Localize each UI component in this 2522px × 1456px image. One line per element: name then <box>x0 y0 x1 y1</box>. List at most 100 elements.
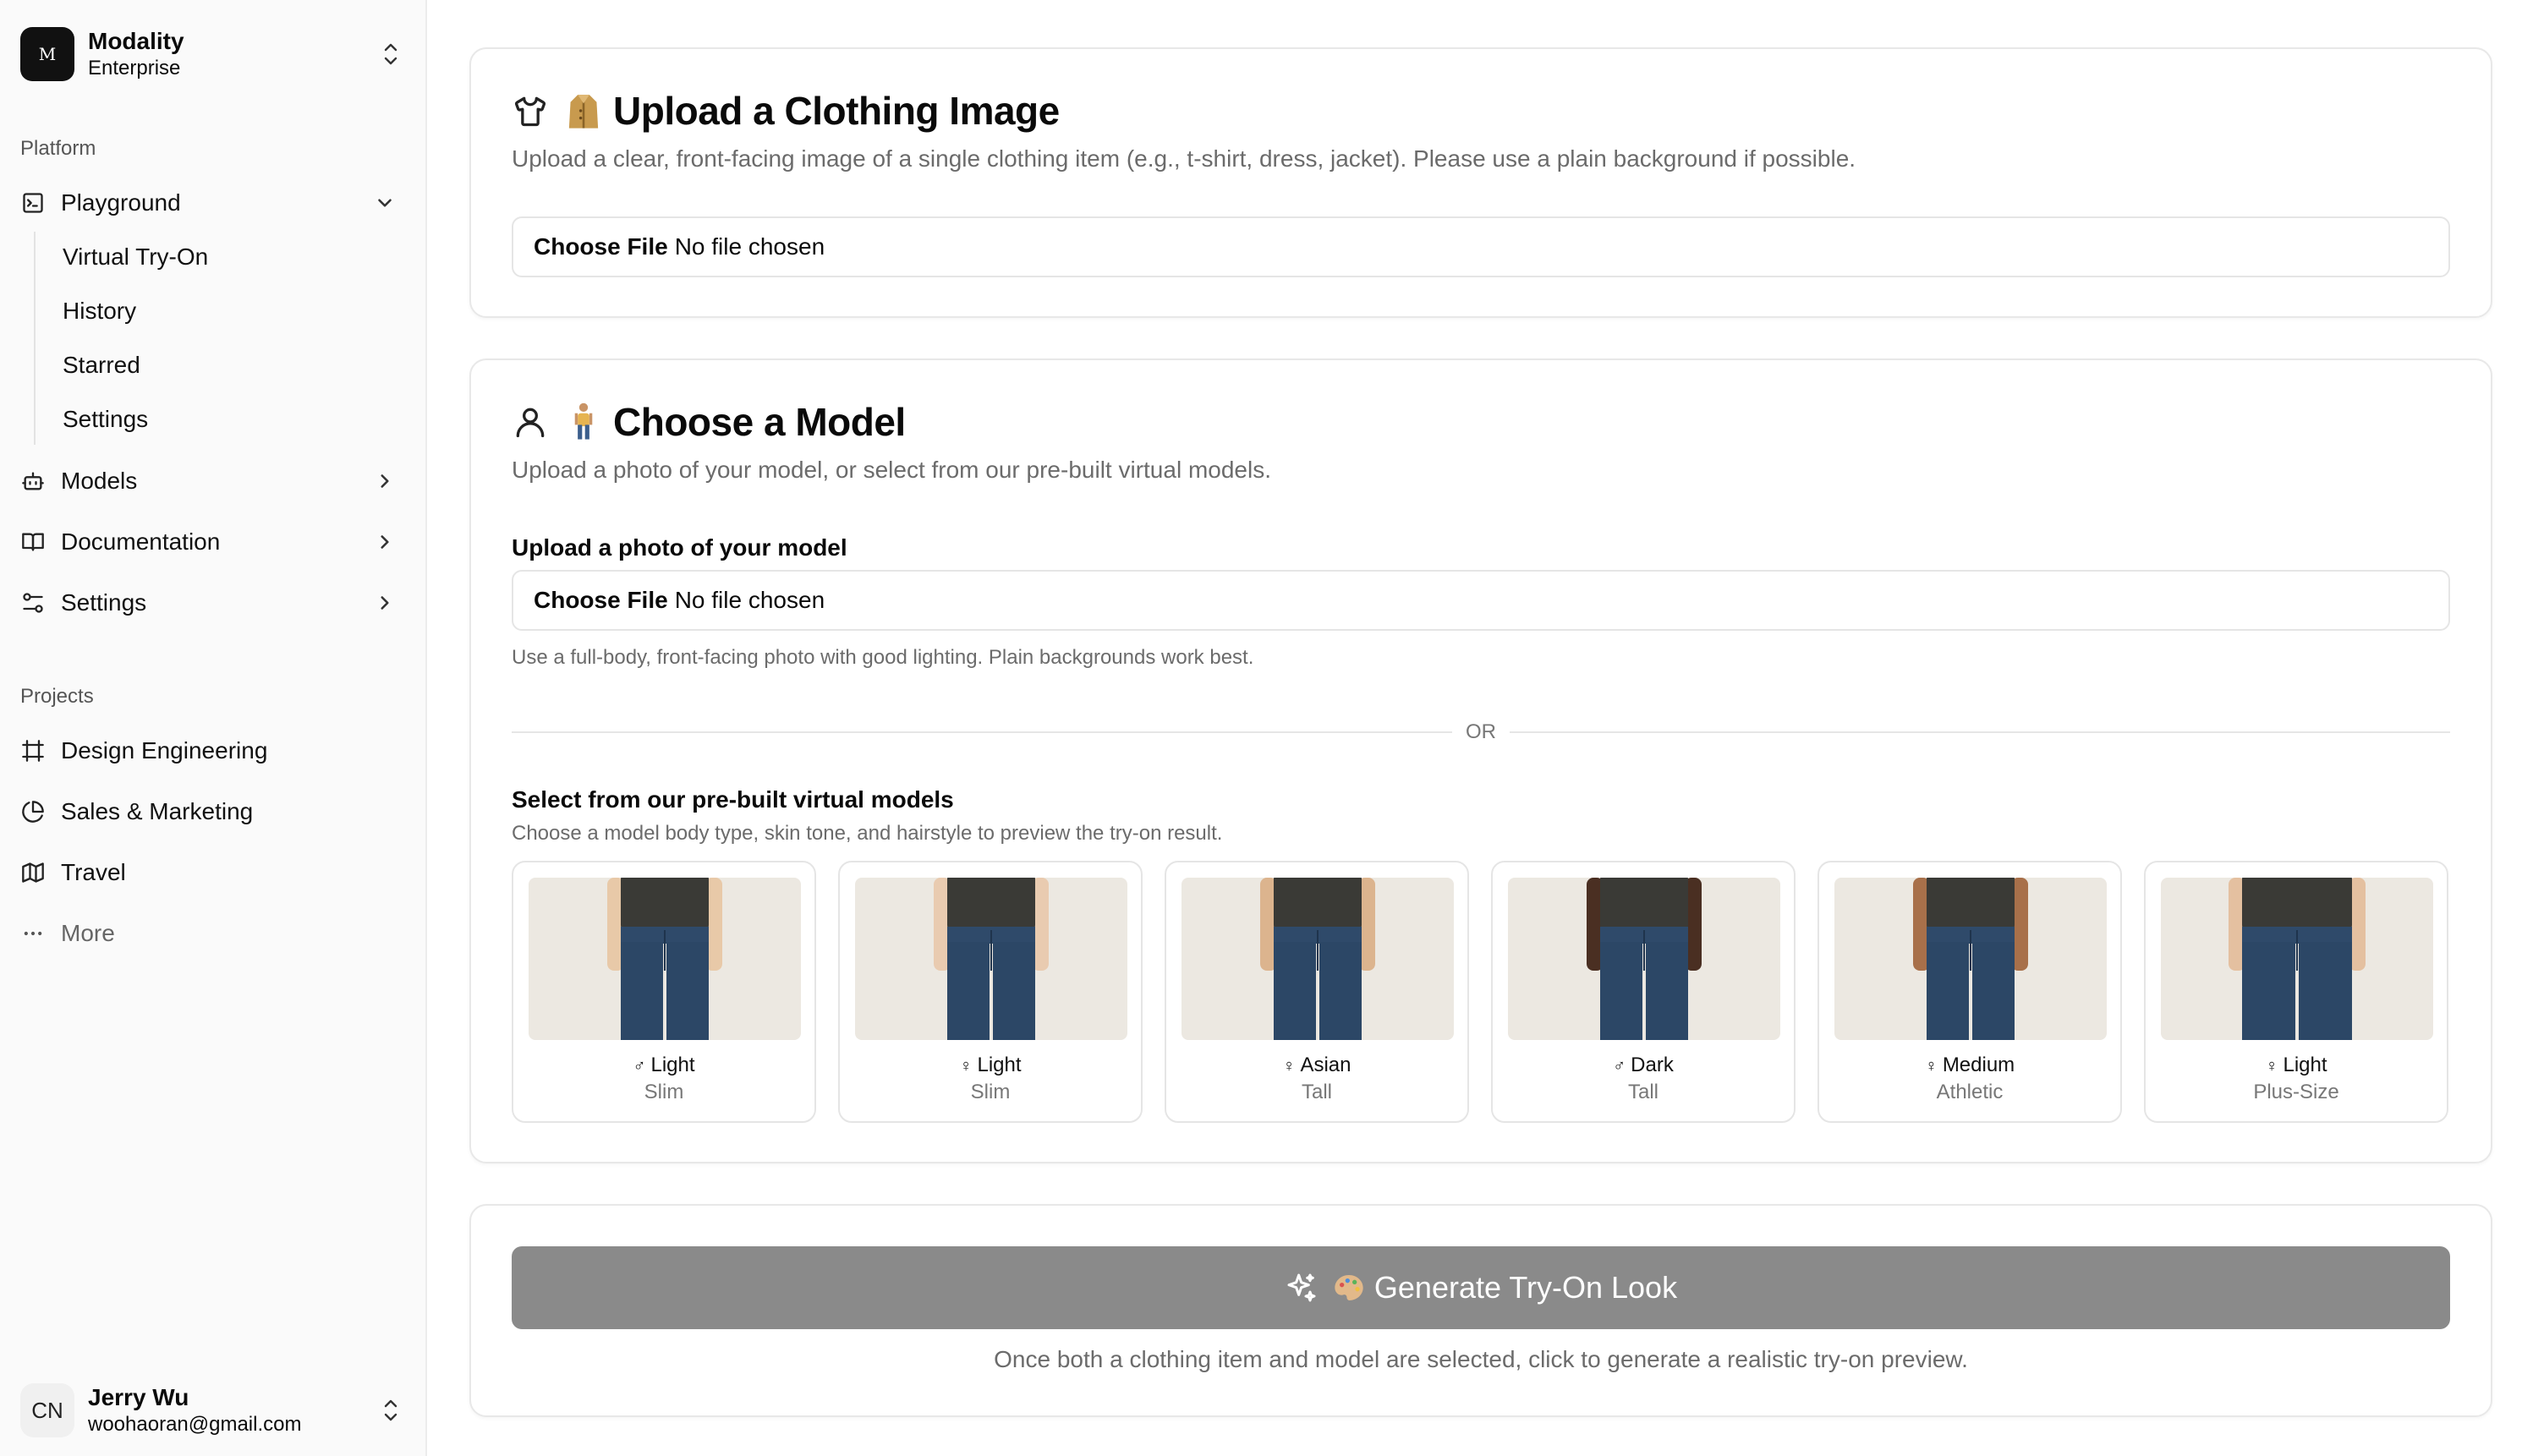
sidebar-subitem-history[interactable]: History <box>63 290 136 332</box>
gender-icon: ♀ <box>1282 1057 1296 1076</box>
sidebar-item-settings[interactable]: Settings <box>20 579 401 627</box>
palette-emoji-icon <box>1335 1275 1363 1300</box>
card-title-choose-model: Choose a Model <box>512 399 906 445</box>
figure-part <box>1972 942 2015 1040</box>
figure-part <box>1927 878 2015 932</box>
user-text: Jerry Wu woohaoran@gmail.com <box>88 1383 381 1437</box>
card-subtitle: Upload a clear, front-facing image of a … <box>512 145 1856 172</box>
model-photo <box>1182 878 1454 1040</box>
model-figure <box>1587 878 1702 1040</box>
chevron-right-icon <box>381 535 389 549</box>
sidebar-subitem-settings[interactable]: Settings <box>63 398 148 441</box>
model-card[interactable]: ♂ Dark Tall <box>1491 861 1796 1123</box>
model-figure <box>1913 878 2028 1040</box>
figure-part <box>1319 942 1362 1040</box>
project-label: Design Engineering <box>61 737 268 764</box>
model-figure <box>2229 878 2366 1040</box>
sidebar-subitem-starred[interactable]: Starred <box>63 344 140 386</box>
project-label: Sales & Marketing <box>61 798 254 824</box>
bot-icon <box>20 468 46 494</box>
team-logo: M <box>20 27 74 81</box>
sidebar-project-travel[interactable]: Travel <box>20 849 401 896</box>
model-tone-text: Dark <box>1631 1054 1674 1076</box>
submenu-guide-line <box>34 232 36 445</box>
or-divider: OR <box>512 720 2450 745</box>
choose-file-button[interactable]: Choose File <box>534 233 668 260</box>
sidebar-item-label: Settings <box>61 589 147 616</box>
model-card[interactable]: ♂ Light Slim <box>512 861 816 1123</box>
project-label: Travel <box>61 859 126 885</box>
model-photo <box>2161 878 2433 1040</box>
model-tone: ♀ Light <box>840 1054 1141 1077</box>
terminal-square-icon <box>20 190 46 216</box>
sidebar-item-documentation[interactable]: Documentation <box>20 518 401 566</box>
figure-part <box>2242 942 2295 1040</box>
team-plan: Enterprise <box>88 57 181 79</box>
card-title-text: Choose a Model <box>613 400 906 444</box>
sidebar: M Modality Enterprise Platform Playgroun… <box>0 0 427 1456</box>
model-body: Plus-Size <box>2253 1081 2339 1103</box>
book-icon <box>20 529 46 555</box>
card-title-upload-clothing: Upload a Clothing Image <box>512 88 1060 134</box>
sidebar-project-sales-marketing[interactable]: Sales & Marketing <box>20 788 401 835</box>
file-status: No file chosen <box>674 233 825 260</box>
sidebar-more[interactable]: More <box>20 910 401 957</box>
sidebar-item-playground[interactable]: Playground <box>20 179 401 227</box>
or-text: OR <box>1466 720 1496 743</box>
model-figure <box>1260 878 1375 1040</box>
model-photo <box>529 878 801 1040</box>
model-tone-text: Medium <box>1942 1054 2015 1076</box>
model-figure <box>934 878 1049 1040</box>
user-name: Jerry Wu <box>88 1384 189 1410</box>
sidebar-item-label: Models <box>61 468 138 494</box>
model-tone-text: Light <box>977 1054 1022 1076</box>
figure-part <box>1927 942 1969 1040</box>
map-icon <box>20 860 46 885</box>
model-card[interactable]: ♀ Light Slim <box>838 861 1143 1123</box>
generate-card: Generate Try-On Look Once both a clothin… <box>469 1204 2492 1417</box>
gender-icon: ♂ <box>633 1057 646 1076</box>
model-tone: ♀ Medium <box>1819 1054 2120 1077</box>
more-label: More <box>61 920 115 946</box>
model-figure <box>607 878 722 1040</box>
model-photo <box>855 878 1127 1040</box>
figure-part <box>666 942 709 1040</box>
model-tone-text: Light <box>650 1054 695 1076</box>
clothing-file-input[interactable]: Choose File No file chosen <box>512 216 2450 277</box>
upload-clothing-card: Upload a Clothing Image Upload a clear, … <box>469 47 2492 318</box>
user-menu[interactable]: CN Jerry Wu woohaoran@gmail.com <box>20 1382 401 1439</box>
sidebar-subitem-virtual-try-on[interactable]: Virtual Try-On <box>63 236 208 278</box>
model-file-input[interactable]: Choose File No file chosen <box>512 570 2450 631</box>
sidebar-item-label: Documentation <box>61 528 221 555</box>
model-card[interactable]: ♀ Medium Athletic <box>1817 861 2122 1123</box>
model-body: Tall <box>1627 1081 1658 1103</box>
model-photo <box>1508 878 1780 1040</box>
group-label-projects: Projects <box>20 685 94 708</box>
shirt-icon <box>514 96 546 127</box>
model-tone-text: Light <box>2283 1054 2327 1076</box>
frame-icon <box>20 738 46 764</box>
model-body: Athletic <box>1936 1081 2004 1103</box>
choose-file-button[interactable]: Choose File <box>534 587 668 614</box>
avatar: CN <box>20 1383 74 1437</box>
model-card[interactable]: ♀ Light Plus-Size <box>2144 861 2448 1123</box>
sidebar-item-models[interactable]: Models <box>20 457 401 505</box>
model-tone: ♂ Dark <box>1493 1054 1794 1077</box>
chevron-right-icon <box>381 596 389 610</box>
card-subtitle: Upload a photo of your model, or select … <box>512 457 1271 483</box>
generate-try-on-button[interactable]: Generate Try-On Look <box>512 1246 2450 1329</box>
sparkles-icon <box>1287 1273 1316 1302</box>
figure-part <box>1646 942 1688 1040</box>
prebuilt-models-label: Select from our pre-built virtual models <box>512 786 954 813</box>
choose-model-card: Choose a Model Upload a photo of your mo… <box>469 359 2492 1163</box>
gender-icon: ♂ <box>1613 1057 1626 1076</box>
gender-icon: ♀ <box>2265 1057 2278 1076</box>
model-card[interactable]: ♀ Asian Tall <box>1165 861 1469 1123</box>
file-status: No file chosen <box>674 587 825 613</box>
figure-part <box>1600 942 1642 1040</box>
figure-part <box>621 878 709 932</box>
sidebar-project-design-engineering[interactable]: Design Engineering <box>20 727 401 775</box>
figure-part <box>2242 878 2352 932</box>
figure-part <box>947 878 1035 932</box>
team-switcher[interactable]: M Modality Enterprise <box>20 25 401 83</box>
